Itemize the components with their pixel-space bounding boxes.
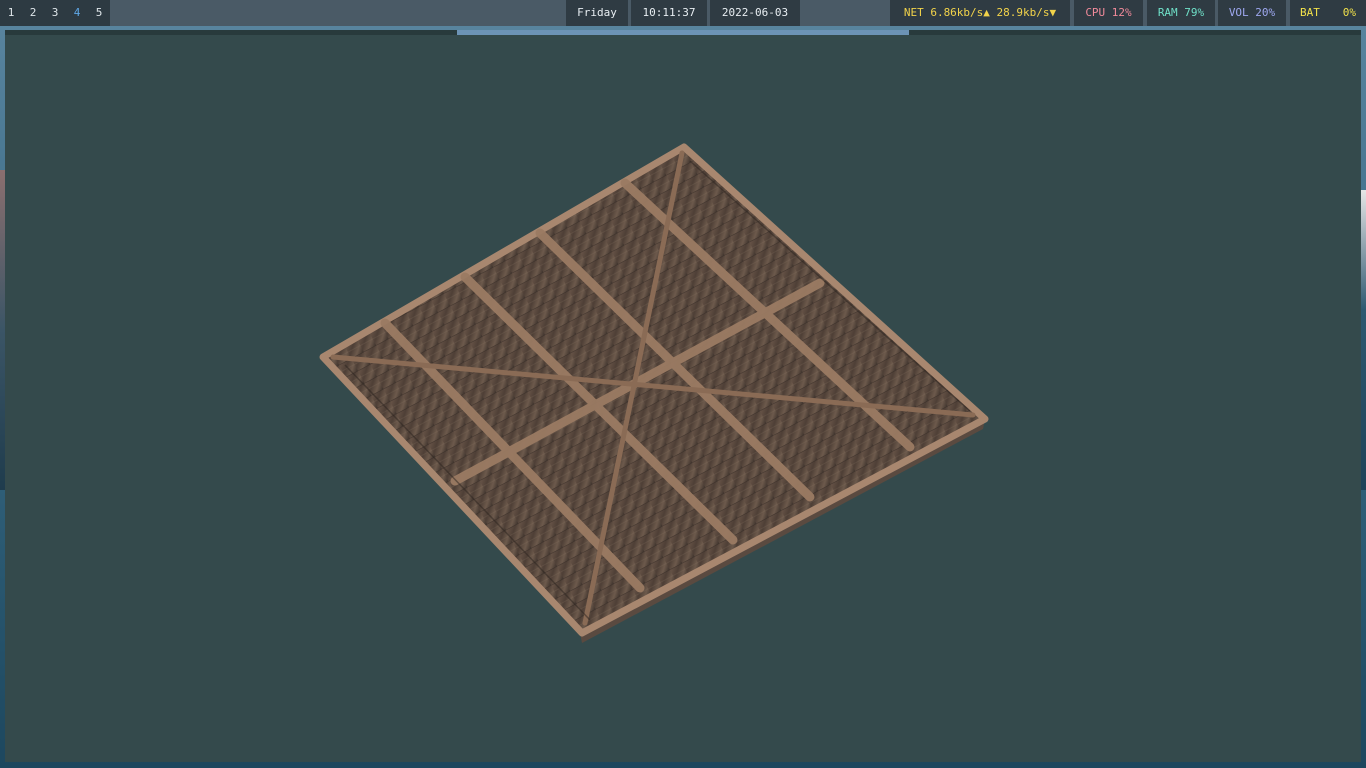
workspace-switcher: 1 2 3 4 5 [0, 0, 110, 26]
workspace-5[interactable]: 5 [88, 0, 110, 26]
workspace-1[interactable]: 1 [0, 0, 22, 26]
volume-indicator[interactable]: VOL 20% [1218, 0, 1286, 26]
ram-indicator: RAM 79% [1147, 0, 1215, 26]
battery-value: 0% [1342, 6, 1356, 19]
status-bar: 1 2 3 4 5 Friday 10:11:37 2022-06-03 NET… [0, 0, 1366, 26]
battery-indicator: BAT 0% [1290, 0, 1366, 26]
battery-label: BAT [1300, 6, 1320, 19]
date-indicator: 2022-06-03 [710, 0, 800, 26]
workspace-4[interactable]: 4 [66, 0, 88, 26]
cpu-indicator: CPU 12% [1074, 0, 1143, 26]
day-indicator: Friday [566, 0, 628, 26]
desktop-wallpaper-right [1361, 190, 1366, 490]
3d-viewport[interactable] [5, 35, 1361, 762]
wooden-pallet-model [319, 143, 989, 643]
network-indicator: NET 6.86kb/s▲ 28.9kb/s▼ [890, 0, 1070, 26]
workspace-3[interactable]: 3 [44, 0, 66, 26]
viewer-window[interactable] [5, 30, 1361, 762]
workspace-2[interactable]: 2 [22, 0, 44, 26]
clock: 10:11:37 [631, 0, 707, 26]
